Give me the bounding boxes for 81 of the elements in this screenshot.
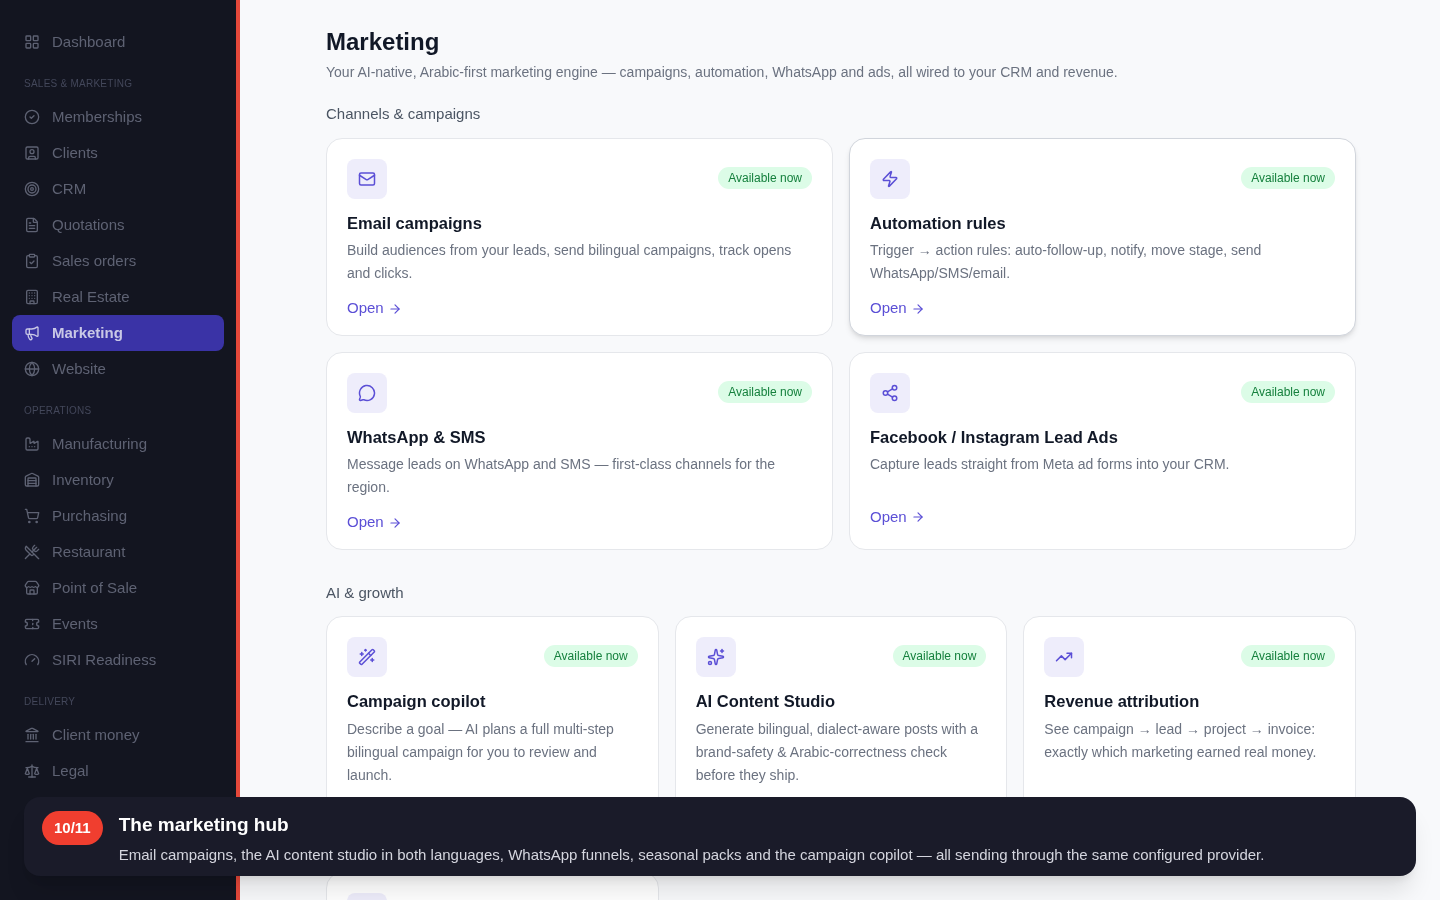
sidebar-item[interactable]: Marketing <box>12 315 224 351</box>
share-icon <box>870 372 910 413</box>
sidebar-item[interactable]: Point of Sale <box>12 570 224 606</box>
availability-badge: Available now <box>543 645 638 667</box>
open-link[interactable]: Open <box>870 285 925 320</box>
availability-badge: Available now <box>1241 166 1335 189</box>
section-label: DELIVERY <box>23 695 77 709</box>
warehouse-icon <box>24 472 40 488</box>
chat-bubble-icon <box>347 372 387 413</box>
card-title: AI Content Studio <box>695 691 836 712</box>
sidebar-item[interactable]: Memberships <box>12 99 224 135</box>
gauge-icon <box>24 652 40 668</box>
availability-badge: Available now <box>1241 380 1335 403</box>
section-label: OPERATIONS <box>23 404 93 418</box>
open-link[interactable]: Open <box>347 499 402 534</box>
sidebar-item[interactable]: Client money <box>12 717 224 753</box>
open-link[interactable]: Open <box>870 494 925 529</box>
card-description: Build audiences from your leads, send bilingual campaigns, track opens and clicks. <box>347 241 793 284</box>
target-icon <box>24 181 40 197</box>
sidebar-item[interactable]: Legal <box>12 753 224 789</box>
scale-icon <box>24 763 40 779</box>
card-description: See campaign → lead → project → invoice: exactly which marketing earned real money. <box>1044 719 1318 762</box>
section-label: SALES & MARKETING <box>23 77 134 91</box>
sparkles-icon <box>695 637 736 677</box>
tour-text: Email campaigns, the AI content studio in both languages, WhatsApp funnels, seasonal packs and the campaign copilot — all sending through the same configured provider. <box>118 844 1265 865</box>
page-title: Marketing <box>326 27 441 57</box>
card-title: Facebook / Instagram Lead Ads <box>870 426 1119 448</box>
utensils-icon <box>24 544 40 560</box>
contact-card-icon <box>24 145 40 161</box>
card-title: Email campaigns <box>347 212 483 234</box>
arrow-right-icon <box>387 515 402 530</box>
mail-icon <box>347 158 387 199</box>
sidebar-item[interactable]: Restaurant <box>12 534 224 570</box>
sidebar-item[interactable]: Quotations <box>12 207 224 243</box>
open-link[interactable]: Open <box>347 285 402 320</box>
sidebar-item[interactable]: Manufacturing <box>12 426 224 462</box>
sidebar-item[interactable]: Real Estate <box>12 279 224 315</box>
card-description: Trigger → action rules: auto-follow-up, notify, move stage, send WhatsApp/SMS/email. <box>870 241 1263 284</box>
tour-title: The marketing hub <box>118 813 290 837</box>
lightning-icon <box>870 158 910 199</box>
sidebar-item[interactable]: Inventory <box>12 462 224 498</box>
card-title: Campaign copilot <box>347 691 487 712</box>
availability-badge: Available now <box>718 380 812 403</box>
availability-badge: Available now <box>718 166 812 189</box>
section-heading: Channels & campaigns <box>326 104 482 124</box>
sidebar-item[interactable]: Events <box>12 606 224 642</box>
arrow-right-icon <box>387 301 402 316</box>
card-title: Revenue attribution <box>1044 691 1201 712</box>
availability-badge: Available now <box>892 645 987 667</box>
sidebar-item[interactable]: Dashboard <box>12 24 224 60</box>
check-circle-icon <box>24 109 40 125</box>
building-icon <box>24 289 40 305</box>
factory-icon <box>24 436 40 452</box>
store-icon <box>24 580 40 596</box>
card-description: Generate bilingual, dialect-aware posts with a brand-safety & Arabic-correctness check before they ship. <box>695 719 980 785</box>
arrow-right-icon <box>910 301 925 316</box>
availability-badge: Available now <box>1241 645 1335 667</box>
ticket-icon <box>24 616 40 632</box>
step-counter: 10/11 <box>42 811 103 845</box>
page-subtitle: Your AI-native, Arabic-first marketing engine — campaigns, automation, WhatsApp and ads, all wired to your CRM and revenue. <box>326 63 1119 82</box>
sidebar-item[interactable]: CRM <box>12 171 224 207</box>
document-icon <box>24 217 40 233</box>
card-title: Automation rules <box>870 212 1007 234</box>
sidebar-item[interactable]: Website <box>12 351 224 387</box>
bank-icon <box>24 727 40 743</box>
card-description: Describe a goal — AI plans a full multi-step bilingual campaign for you to review and launch. <box>347 719 615 785</box>
section-heading: AI & growth <box>326 582 405 603</box>
sidebar-item[interactable]: Clients <box>12 135 224 171</box>
card-description: Capture leads straight from Meta ad forms into your CRM. <box>870 455 1231 475</box>
trend-up-icon <box>1044 637 1085 677</box>
globe-icon <box>24 361 40 377</box>
grid-icon <box>24 34 40 50</box>
magic-wand-icon <box>347 637 387 677</box>
clipboard-icon <box>24 253 40 269</box>
sidebar-item[interactable]: Purchasing <box>12 498 224 534</box>
cart-icon <box>24 508 40 524</box>
sidebar-item[interactable]: Sales orders <box>12 243 224 279</box>
card-description: Message leads on WhatsApp and SMS — first-class channels for the region. <box>347 455 776 498</box>
card-title: WhatsApp & SMS <box>347 426 487 448</box>
sidebar-item[interactable]: SIRI Readiness <box>12 642 224 678</box>
megaphone-icon <box>24 325 40 341</box>
